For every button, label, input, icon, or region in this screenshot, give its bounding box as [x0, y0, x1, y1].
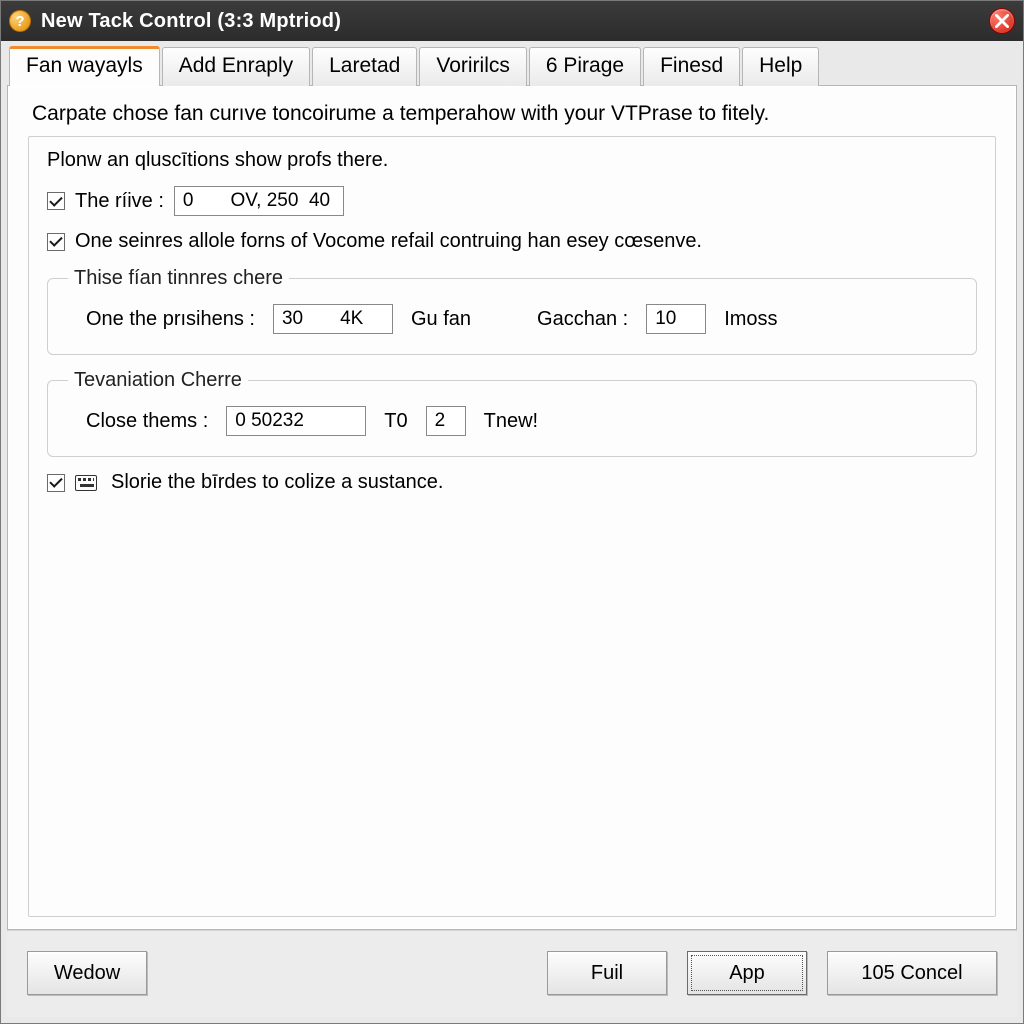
group-tevaniation: Tevaniation Cherre Close thems : T0 Tnew… — [47, 369, 977, 457]
tab-laretad[interactable]: Laretad — [312, 47, 417, 86]
row-close-thems: Close thems : T0 Tnew! — [68, 406, 956, 436]
app-window: ? New Tack Control (3:3 Mptriod) Fan way… — [0, 0, 1024, 1024]
tab-panel: Carpate chose fan curıve toncoirume a te… — [7, 85, 1017, 930]
checkbox-seinres[interactable] — [47, 233, 65, 251]
close-button[interactable] — [989, 8, 1015, 34]
line-plonw: Plonw an qluscītions show profs there. — [47, 149, 977, 172]
window-title: New Tack Control (3:3 Mptriod) — [41, 10, 341, 33]
unit-imoss: Imoss — [724, 308, 777, 331]
input-rive[interactable] — [174, 186, 344, 216]
row-seinres: One seinres allole forns of Vocome refai… — [47, 230, 977, 253]
tab-add-enraply[interactable]: Add Enraply — [162, 47, 310, 86]
tab-6-pirage[interactable]: 6 Pirage — [529, 47, 641, 86]
label-rive: The ríive : — [75, 190, 164, 213]
app-button[interactable]: App — [687, 951, 807, 995]
input-prsihers[interactable] — [273, 304, 393, 334]
unit-gu-fan: Gu fan — [411, 308, 471, 331]
tab-fan-wayayls[interactable]: Fan wayayls — [9, 46, 160, 86]
label-seinres: One seinres allole forns of Vocome refai… — [75, 230, 702, 253]
cancel-button[interactable]: 105 Concel — [827, 951, 997, 995]
close-icon — [995, 14, 1009, 28]
input-close-thems[interactable] — [226, 406, 366, 436]
label-tnew: Tnew! — [484, 410, 538, 433]
row-rive: The ríive : — [47, 186, 977, 216]
keyboard-icon — [75, 475, 97, 491]
wedow-button[interactable]: Wedow — [27, 951, 147, 995]
legend-tevaniation: Tevaniation Cherre — [68, 369, 248, 392]
label-close-thems: Close thems : — [86, 410, 208, 433]
group-thise-fian: Thise fían tinnres chere One the prısihe… — [47, 267, 977, 355]
tab-voririlcs[interactable]: Voririlcs — [419, 47, 527, 86]
settings-container: Plonw an qluscītions show profs there. T… — [28, 136, 996, 917]
legend-thise-fian: Thise fían tinnres chere — [68, 267, 289, 290]
input-gacchan[interactable] — [646, 304, 706, 334]
label-slorie: Slorie the bīrdes to colize a sustance. — [111, 471, 443, 494]
button-bar: Wedow Fuil App 105 Concel — [7, 930, 1017, 1017]
label-gacchan: Gacchan : — [537, 308, 628, 331]
app-icon: ? — [9, 10, 31, 32]
row-prsihers: One the prısihens : Gu fan Gacchan : Imo… — [68, 304, 956, 334]
tab-finesd[interactable]: Finesd — [643, 47, 740, 86]
panel-description: Carpate chose fan curıve toncoirume a te… — [32, 102, 992, 126]
label-t0: T0 — [384, 410, 407, 433]
tab-help[interactable]: Help — [742, 47, 819, 86]
fuil-button[interactable]: Fuil — [547, 951, 667, 995]
checkbox-slorie[interactable] — [47, 474, 65, 492]
dialog-body: Fan wayayls Add Enraply Laretad Voririlc… — [1, 41, 1023, 1023]
input-t0[interactable] — [426, 406, 466, 436]
row-slorie: Slorie the bīrdes to colize a sustance. — [47, 471, 977, 494]
label-prsihers: One the prısihens : — [86, 308, 255, 331]
tabstrip: Fan wayayls Add Enraply Laretad Voririlc… — [7, 45, 1017, 85]
titlebar: ? New Tack Control (3:3 Mptriod) — [1, 1, 1023, 41]
checkbox-rive[interactable] — [47, 192, 65, 210]
